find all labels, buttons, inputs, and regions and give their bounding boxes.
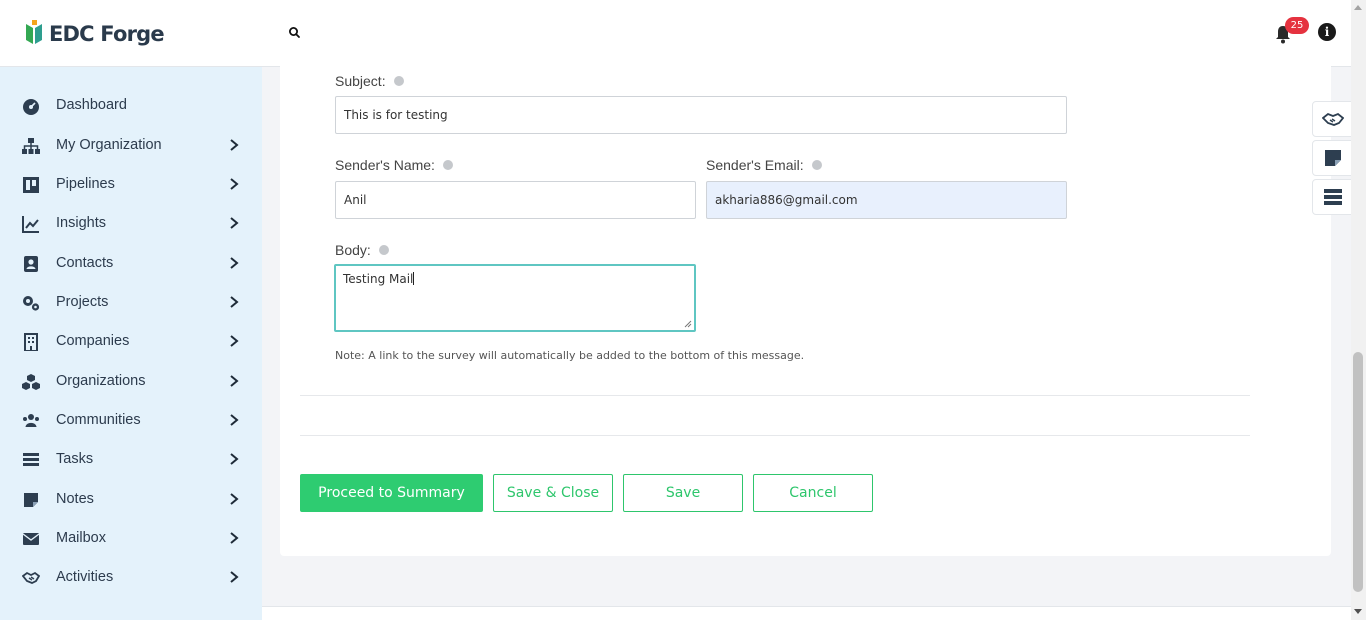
sidebar-item-notes[interactable]: Notes bbox=[0, 482, 262, 518]
sidebar-item-dashboard[interactable]: Dashboard bbox=[0, 88, 262, 124]
sidebar-item-my-organization[interactable]: My Organization bbox=[0, 128, 262, 164]
sidebar-item-label: Projects bbox=[56, 294, 109, 310]
subject-input[interactable]: This is for testing bbox=[335, 96, 1067, 134]
body-textarea[interactable]: Testing Mail bbox=[334, 264, 696, 332]
sender-name-label-text: Sender's Name: bbox=[335, 157, 435, 173]
sidebar-item-organizations[interactable]: Organizations bbox=[0, 364, 262, 400]
users-icon bbox=[23, 414, 39, 427]
help-icon[interactable] bbox=[378, 245, 389, 255]
sidebar-item-label: Contacts bbox=[56, 255, 114, 271]
sidebar-item-label: Notes bbox=[56, 491, 94, 507]
tasks-icon bbox=[23, 453, 39, 466]
sidebar-item-label: Communities bbox=[56, 412, 141, 428]
handshake-icon bbox=[22, 571, 40, 584]
body-text: Testing Mail bbox=[343, 272, 414, 286]
chevron-right-icon bbox=[230, 375, 239, 387]
sidebar-item-label: Mailbox bbox=[56, 530, 106, 546]
sidebar-item-projects[interactable]: Projects bbox=[0, 285, 262, 321]
sidebar-item-label: Dashboard bbox=[56, 97, 127, 113]
scroll-down-arrow-icon[interactable] bbox=[1353, 608, 1363, 616]
proceed-to-summary-button[interactable]: Proceed to Summary bbox=[300, 474, 483, 512]
page-footer bbox=[262, 606, 1351, 620]
scroll-up-arrow-icon[interactable] bbox=[1353, 3, 1363, 11]
sticky-note-icon bbox=[1325, 150, 1341, 166]
sidebar-item-insights[interactable]: Insights bbox=[0, 206, 262, 242]
divider bbox=[300, 435, 1250, 436]
survey-note: Note: A link to the survey will automati… bbox=[335, 349, 805, 362]
float-notes-button[interactable] bbox=[1312, 140, 1352, 176]
chevron-right-icon bbox=[230, 453, 239, 465]
sender-name-label: Sender's Name: bbox=[335, 157, 453, 173]
chevron-right-icon bbox=[230, 217, 239, 229]
sidebar-item-contacts[interactable]: Contacts bbox=[0, 246, 262, 282]
brand-name: EDC Forge bbox=[49, 22, 165, 46]
sidebar-item-label: Companies bbox=[56, 333, 130, 349]
sidebar-item-communities[interactable]: Communities bbox=[0, 403, 262, 439]
body-label-text: Body: bbox=[335, 242, 371, 258]
chevron-right-icon bbox=[230, 414, 239, 426]
notification-badge: 25 bbox=[1285, 17, 1309, 34]
divider bbox=[300, 395, 1250, 396]
contact-book-icon bbox=[24, 256, 38, 272]
chevron-right-icon bbox=[230, 139, 239, 151]
sender-email-input[interactable]: akharia886@gmail.com bbox=[706, 181, 1067, 219]
org-chart-icon bbox=[22, 138, 40, 154]
body-label: Body: bbox=[335, 242, 389, 258]
sidebar-item-label: My Organization bbox=[56, 137, 162, 153]
chevron-right-icon bbox=[230, 532, 239, 544]
info-icon[interactable]: i bbox=[1318, 23, 1336, 41]
sidebar-item-label: Insights bbox=[56, 215, 106, 231]
sender-email-label-text: Sender's Email: bbox=[706, 157, 804, 173]
sidebar-item-label: Tasks bbox=[56, 451, 94, 467]
help-icon[interactable] bbox=[393, 76, 404, 86]
handshake-icon bbox=[1322, 112, 1344, 126]
chevron-right-icon bbox=[230, 257, 239, 269]
text-caret bbox=[413, 272, 415, 285]
chart-line-icon bbox=[22, 216, 39, 233]
chevron-right-icon bbox=[230, 296, 239, 308]
pipeline-icon bbox=[23, 177, 39, 193]
cubes-icon bbox=[22, 374, 40, 390]
subject-label-text: Subject: bbox=[335, 73, 386, 89]
sender-name-input[interactable]: Anil bbox=[335, 181, 696, 219]
chevron-right-icon bbox=[230, 493, 239, 505]
tasks-icon bbox=[1324, 189, 1342, 205]
sticky-note-icon bbox=[24, 493, 38, 507]
logo-mark-icon bbox=[26, 20, 42, 44]
sidebar-item-label: Activities bbox=[56, 569, 114, 585]
sidebar-item-label: Organizations bbox=[56, 373, 146, 389]
subject-label: Subject: bbox=[335, 73, 404, 89]
sidebar-item-activities[interactable]: Activities bbox=[0, 560, 262, 596]
resize-grip-icon[interactable] bbox=[684, 320, 692, 328]
sidebar-item-pipelines[interactable]: Pipelines bbox=[0, 167, 262, 203]
envelope-icon bbox=[22, 533, 40, 545]
chevron-right-icon bbox=[230, 335, 239, 347]
sidebar: Dashboard My Organization Pipelines Insi… bbox=[0, 67, 262, 620]
float-activities-button[interactable] bbox=[1312, 101, 1352, 137]
sidebar-item-companies[interactable]: Companies bbox=[0, 324, 262, 360]
chevron-right-icon bbox=[230, 571, 239, 583]
building-icon bbox=[24, 333, 38, 351]
sidebar-item-mailbox[interactable]: Mailbox bbox=[0, 521, 262, 557]
save-close-button[interactable]: Save & Close bbox=[493, 474, 613, 512]
brand-logo[interactable]: EDC Forge bbox=[24, 20, 165, 48]
help-icon[interactable] bbox=[442, 160, 453, 170]
dashboard-icon bbox=[23, 99, 39, 115]
help-icon[interactable] bbox=[811, 160, 822, 170]
gears-icon bbox=[23, 296, 40, 311]
float-tasks-button[interactable] bbox=[1312, 179, 1352, 215]
save-button[interactable]: Save bbox=[623, 474, 743, 512]
sender-email-label: Sender's Email: bbox=[706, 157, 822, 173]
scrollbar-thumb[interactable] bbox=[1353, 352, 1363, 592]
cancel-button[interactable]: Cancel bbox=[753, 474, 873, 512]
sidebar-item-tasks[interactable]: Tasks bbox=[0, 442, 262, 478]
chevron-right-icon bbox=[230, 178, 239, 190]
sidebar-item-label: Pipelines bbox=[56, 176, 115, 192]
search-icon[interactable] bbox=[287, 25, 303, 41]
